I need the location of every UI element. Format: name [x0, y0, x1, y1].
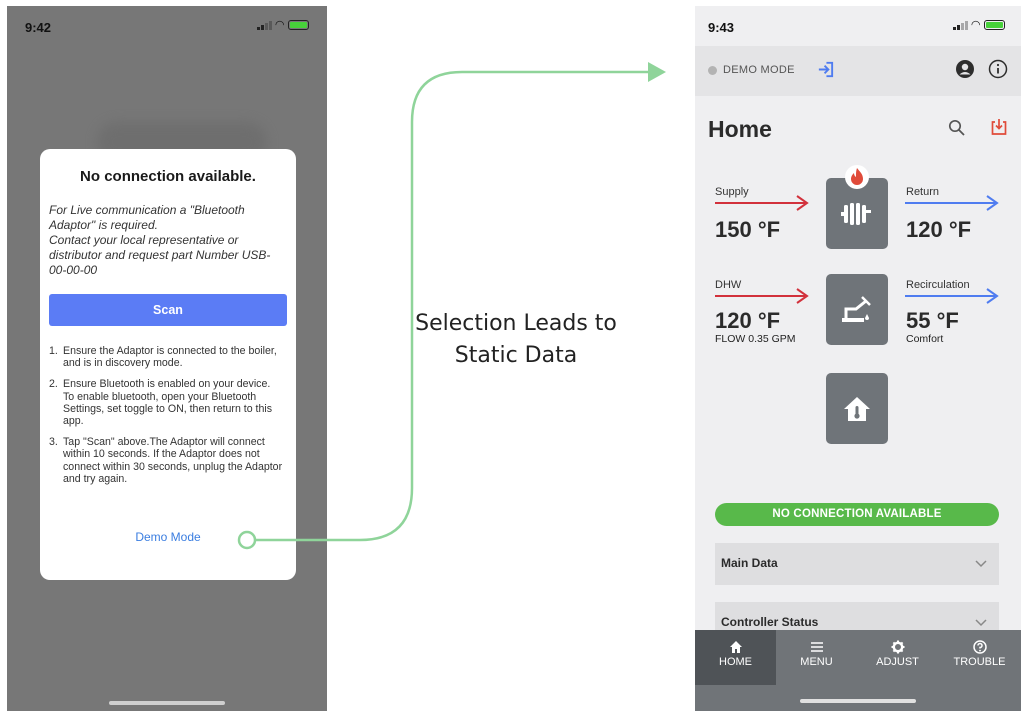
tab-adjust[interactable]: ADJUST — [857, 630, 938, 685]
flame-icon — [845, 165, 869, 189]
power-icon[interactable] — [989, 117, 1009, 137]
info-icon[interactable] — [988, 59, 1008, 79]
instruction-number: 2. — [49, 378, 58, 391]
section-label: Main Data — [721, 556, 778, 570]
dhw-flow: FLOW 0.35 GPM — [715, 333, 796, 345]
demo-mode-label: DEMO MODE — [723, 64, 795, 76]
dialog-title: No connection available. — [80, 168, 256, 185]
tab-trouble[interactable]: TROUBLE — [938, 630, 1021, 685]
dhw-value: 120 °F — [715, 308, 781, 333]
left-phone-screen: 9:42 ◠ No connection available. For Live… — [7, 6, 327, 711]
instruction-text: Ensure Bluetooth is enabled on your devi… — [63, 378, 271, 391]
chevron-down-icon — [975, 560, 987, 568]
tab-menu[interactable]: MENU — [776, 630, 857, 685]
section-label: Controller Status — [721, 615, 819, 629]
home-icon — [729, 641, 742, 653]
instruction-item: 2. Ensure Bluetooth is enabled on your d… — [49, 378, 284, 427]
dialog-description: For Live communication a "Bluetooth Adap… — [49, 203, 284, 278]
wifi-icon: ◠ — [971, 19, 980, 31]
supply-value: 150 °F — [715, 217, 781, 242]
house-thermometer-icon — [844, 396, 870, 421]
return-arrow-icon — [905, 195, 999, 211]
instruction-text: Ensure the Adaptor is connected to the b… — [63, 345, 277, 370]
supply-arrow-icon — [715, 195, 809, 211]
wifi-icon: ◠ — [275, 19, 284, 31]
demo-status-dot — [708, 66, 717, 75]
home-indicator — [109, 701, 225, 705]
dhw-arrow-icon — [715, 288, 809, 304]
instruction-number: 3. — [49, 436, 58, 449]
tab-label: ADJUST — [876, 656, 919, 668]
flow-caption: Selection Leads to Static Data — [415, 311, 617, 368]
main-data-section[interactable]: Main Data — [715, 543, 999, 585]
status-time: 9:42 — [25, 20, 52, 35]
faucet-icon — [842, 295, 871, 322]
status-icons: ◠ — [952, 19, 1005, 31]
tab-home[interactable]: HOME — [695, 630, 776, 685]
instruction-text: Tap "Scan" above.The Adaptor will connec… — [63, 436, 283, 485]
gear-icon — [891, 640, 904, 654]
recirculation-arrow-icon — [905, 288, 999, 304]
bottom-tab-bar: HOME MENU ADJUST TROUBLE — [695, 630, 1021, 711]
return-value: 120 °F — [906, 217, 972, 242]
profile-icon[interactable] — [955, 59, 975, 79]
radiator-icon — [841, 202, 871, 225]
instruction-item: 3. Tap "Scan" above.The Adaptor will con… — [49, 436, 284, 485]
recirculation-value: 55 °F — [906, 308, 959, 333]
signal-icon — [952, 20, 968, 30]
instruction-number: 1. — [49, 345, 58, 357]
connection-status-badge: NO CONNECTION AVAILABLE — [715, 503, 999, 526]
status-time: 9:43 — [708, 20, 735, 35]
battery-icon — [984, 20, 1005, 30]
exit-demo-icon[interactable] — [816, 60, 835, 79]
tab-label: MENU — [800, 656, 833, 668]
recirculation-mode: Comfort — [906, 333, 944, 345]
status-bar: 9:42 ◠ — [25, 20, 309, 36]
tab-label: TROUBLE — [953, 656, 1006, 668]
status-icons: ◠ — [256, 19, 309, 31]
connector-arrowhead — [648, 62, 666, 82]
top-bar: DEMO MODE — [695, 46, 1021, 96]
help-icon — [972, 640, 987, 654]
search-icon[interactable] — [948, 119, 966, 137]
right-phone-screen: 9:43 ◠ DEMO MODE Home Supply 150 °F Retu… — [695, 6, 1021, 711]
battery-icon — [288, 20, 309, 30]
room-tile[interactable] — [826, 373, 888, 444]
home-indicator — [800, 699, 916, 703]
menu-icon — [810, 642, 823, 652]
status-bar: 9:43 ◠ — [708, 20, 1005, 36]
chevron-down-icon — [975, 619, 987, 627]
signal-icon — [256, 20, 272, 30]
tab-label: HOME — [719, 656, 752, 668]
dhw-tile[interactable] — [826, 274, 888, 345]
instruction-item: 1. Ensure the Adaptor is connected to th… — [49, 345, 284, 369]
instruction-subtext: To enable bluetooth, open your Bluetooth… — [63, 390, 273, 428]
scan-button[interactable]: Scan — [49, 294, 287, 326]
no-connection-dialog: No connection available. For Live commun… — [40, 149, 296, 580]
demo-mode-link[interactable]: Demo Mode — [40, 530, 296, 544]
instructions-list: 1. Ensure the Adaptor is connected to th… — [49, 345, 284, 494]
dialog-description-text: For Live communication a "Bluetooth Adap… — [49, 203, 271, 277]
page-title: Home — [708, 116, 772, 142]
